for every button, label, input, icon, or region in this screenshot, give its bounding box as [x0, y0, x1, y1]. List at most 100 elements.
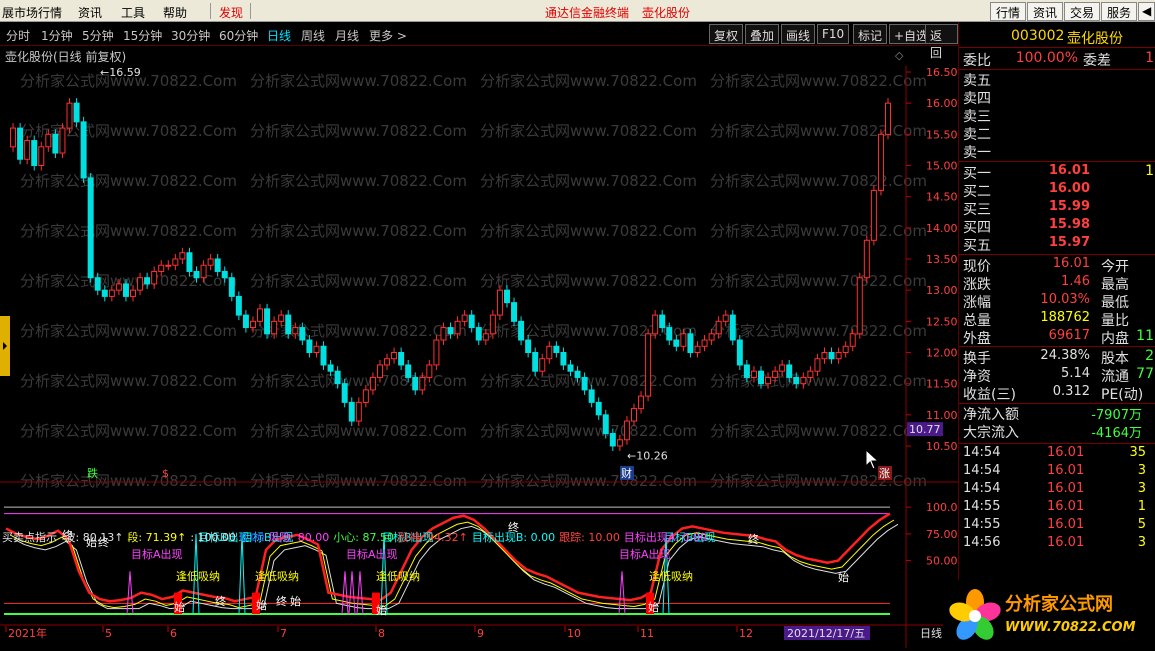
low-price-label: ←10.26	[627, 449, 668, 462]
menu-news[interactable]: 资讯	[78, 4, 102, 21]
tab-weekly[interactable]: 周线	[301, 27, 325, 44]
tab-15min[interactable]: 15分钟	[123, 27, 162, 44]
service-button[interactable]: 服务	[1101, 2, 1138, 21]
quote-button[interactable]: 行情	[990, 2, 1027, 21]
candle-body	[673, 339, 680, 347]
quote-header: 003002 壶化股份	[959, 22, 1155, 48]
candle-body	[24, 140, 31, 160]
y-tick-label: 13.00	[926, 284, 958, 297]
buy-vol: 1	[1145, 163, 1154, 179]
candle-body	[369, 376, 376, 391]
stat-value: 0.312	[1052, 384, 1090, 399]
candle-body	[31, 140, 38, 166]
candle-body	[398, 352, 405, 366]
candle-body	[553, 345, 560, 353]
watermark-text: 分析家公式网www.70822.Com	[250, 372, 467, 390]
candle-body	[511, 302, 518, 322]
target-a-spike	[348, 571, 356, 615]
indicator-param: 波: 80.13↑	[64, 531, 124, 544]
candle-body	[863, 239, 870, 279]
candle-body	[384, 358, 391, 366]
candle-body	[151, 270, 158, 285]
candle-body	[489, 314, 496, 335]
stat-value: 5.14	[1061, 366, 1090, 381]
watermark-text: 分析家公式网www.70822.Com	[250, 122, 467, 140]
target-a-label: 目标A出现	[346, 547, 398, 561]
candle-body	[59, 127, 66, 154]
buy-label: 买四	[963, 220, 991, 236]
candle-body	[412, 376, 419, 391]
sell-row: 卖四	[959, 88, 1155, 107]
start-label: 始	[648, 600, 659, 614]
chart-marker-icon: ◇	[895, 49, 904, 62]
stat-label-2: 最高	[1101, 277, 1129, 293]
weibi-row: 委比 100.00% 委差 1	[959, 50, 1155, 69]
menu-discover[interactable]: 发现	[219, 4, 243, 21]
candle-body	[687, 333, 694, 353]
candle-body	[814, 358, 821, 372]
menu-market[interactable]: 展市场行情	[2, 4, 62, 21]
watermark-text: 分析家公式网www.70822.Com	[710, 472, 927, 490]
menu-help[interactable]: 帮助	[163, 4, 187, 21]
candle-body	[807, 370, 814, 378]
buy-price: 15.97	[1048, 235, 1090, 250]
tick-time: 14:55	[963, 517, 1001, 532]
weidiff-value: 1	[1145, 50, 1154, 66]
buy-price: 15.98	[1048, 217, 1090, 232]
finance-mark: 财	[621, 466, 632, 480]
draw-button[interactable]: 画线	[781, 24, 816, 44]
overlay-button[interactable]: 叠加	[745, 24, 780, 44]
tab-more[interactable]: 更多 >	[369, 27, 407, 44]
weibi-label: 委比	[963, 53, 991, 69]
candle-body	[108, 289, 115, 297]
buy-label: 买一	[963, 166, 991, 182]
candle-body	[750, 370, 757, 378]
candle-body	[525, 339, 532, 353]
collapse-button[interactable]: ◀	[1138, 2, 1155, 21]
candle-body	[327, 364, 334, 372]
candle-body	[122, 283, 129, 297]
flow-value: -4164万	[1091, 426, 1142, 441]
candle-body	[821, 352, 828, 360]
tab-intraday[interactable]: 分时	[6, 27, 30, 44]
watermark-text: 分析家公式网www.70822.Com	[480, 222, 697, 240]
candle-body	[94, 277, 101, 291]
candle-body	[708, 333, 715, 341]
candle-body	[419, 376, 426, 391]
tab-30min[interactable]: 30分钟	[171, 27, 210, 44]
tab-monthly[interactable]: 月线	[335, 27, 359, 44]
trade-button[interactable]: 交易	[1064, 2, 1101, 21]
kline-chart-area[interactable]: 分析家公式网www.70822.Com 分析家公式网www.70822.Com 分析…	[0, 46, 958, 648]
low-absorb-label: 逢低吸纳	[376, 570, 420, 583]
news-button[interactable]: 资讯	[1027, 2, 1064, 21]
divider	[959, 254, 1155, 255]
back-button[interactable]: 返回	[925, 24, 958, 60]
f10-button[interactable]: F10	[817, 24, 850, 44]
tab-daily[interactable]: 日线	[267, 27, 291, 44]
candle-body	[715, 320, 722, 335]
tab-5min[interactable]: 5分钟	[82, 27, 114, 44]
x-tick-label: 2021年	[8, 626, 47, 640]
candle-body	[595, 401, 602, 416]
adjust-button[interactable]: 复权	[709, 24, 744, 44]
period-label: 日线	[920, 626, 942, 640]
y-tick-label: 14.50	[926, 191, 958, 204]
candle-body	[207, 258, 214, 266]
mark-button[interactable]: 标记	[853, 24, 888, 44]
x-tick-label: 12	[739, 627, 753, 640]
candle-body	[38, 146, 45, 167]
stat-row: 换手 24.38% 股本 2	[959, 348, 1155, 367]
tick-row: 14:55 16.01 1	[959, 499, 1155, 517]
stat-label: 收益(三)	[963, 387, 1016, 403]
tab-1min[interactable]: 1分钟	[41, 27, 73, 44]
indicator-param: 股神: 94.32↑	[397, 531, 468, 544]
candle-body	[772, 370, 779, 378]
tick-row: 14:55 16.01 5	[959, 517, 1155, 535]
indicator-name[interactable]: 买卖点指示	[2, 531, 57, 544]
candle-body	[66, 102, 73, 129]
candle-body	[179, 252, 186, 260]
sell-label: 卖二	[963, 127, 991, 143]
menu-tools[interactable]: 工具	[121, 4, 145, 21]
candle-body	[842, 345, 849, 353]
tab-60min[interactable]: 60分钟	[219, 27, 258, 44]
